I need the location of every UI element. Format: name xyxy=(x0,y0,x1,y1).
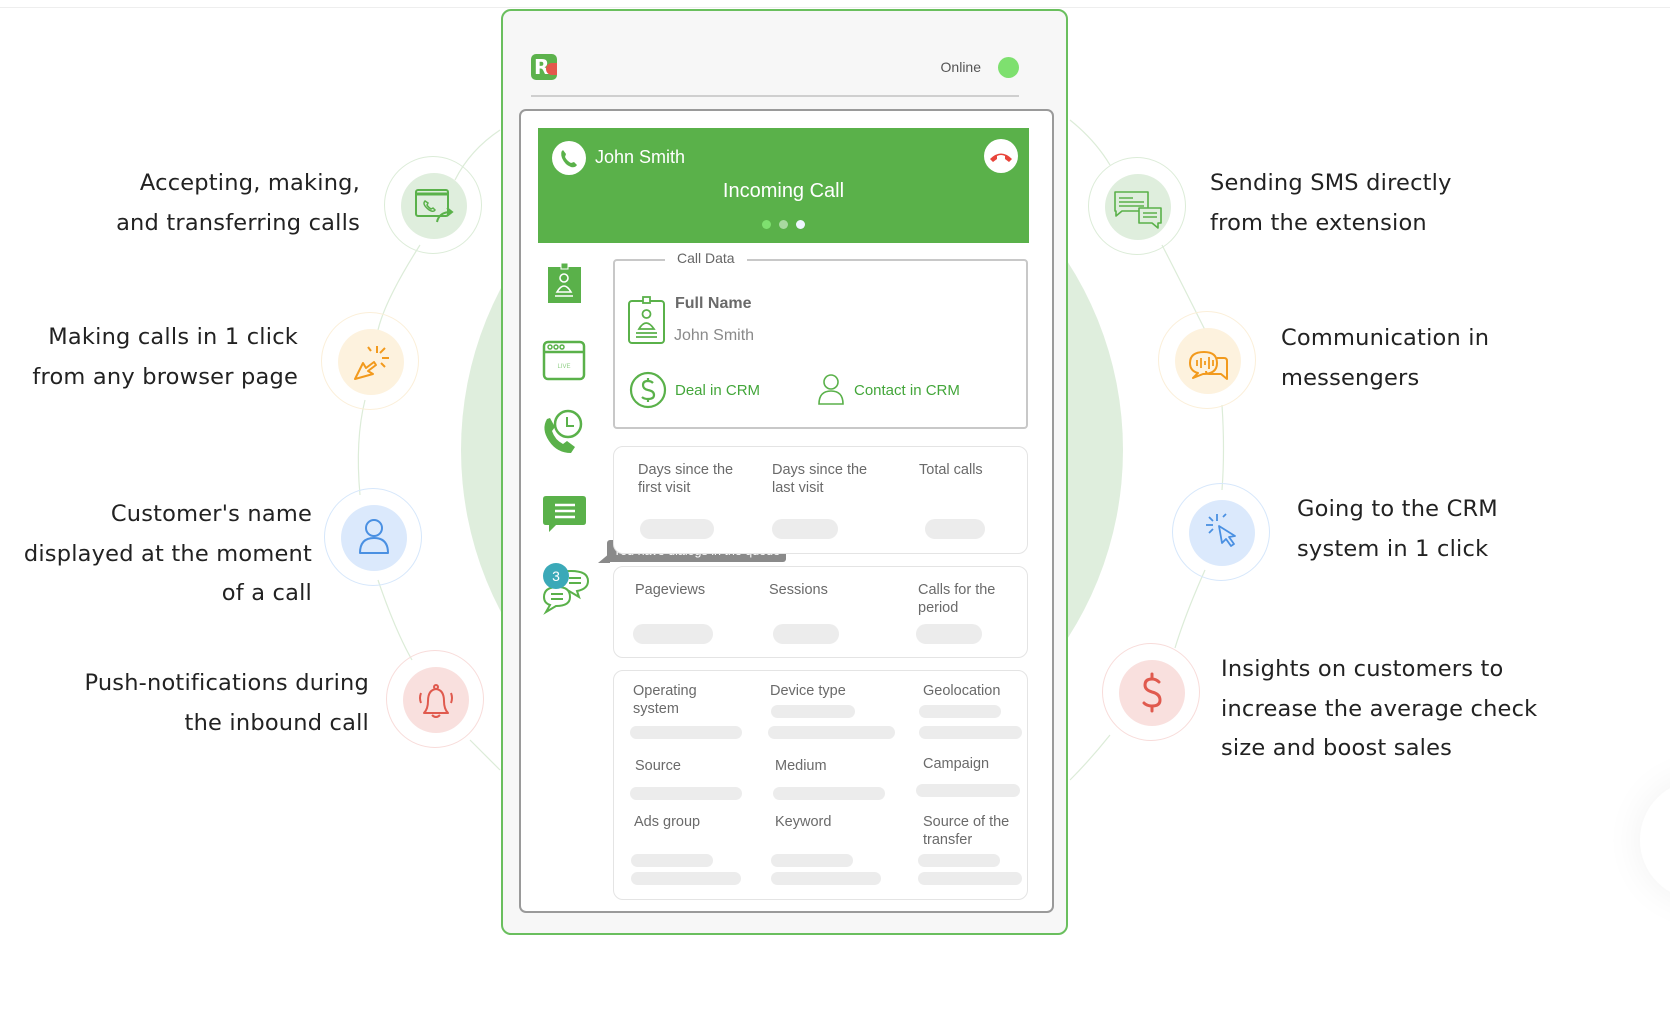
contact-in-crm-label: Contact in CRM xyxy=(854,381,960,399)
dollar-circle-icon xyxy=(629,371,667,409)
value-placeholder xyxy=(772,519,838,539)
value-placeholder xyxy=(919,726,1022,739)
value-placeholder xyxy=(771,705,855,718)
visitor-info-card: Operating system Device type Geolocation… xyxy=(613,670,1028,900)
info-geolocation: Geolocation xyxy=(923,683,1001,699)
carousel-dot[interactable] xyxy=(779,220,788,229)
deal-in-crm-label: Deal in CRM xyxy=(675,381,761,399)
value-placeholder xyxy=(919,705,1001,718)
status-label: Online xyxy=(940,59,981,75)
app-logo: R xyxy=(531,54,557,80)
stat-total-calls: Total calls xyxy=(919,462,983,478)
value-placeholder xyxy=(630,726,742,739)
user-icon xyxy=(359,519,389,554)
hang-up-icon xyxy=(990,153,1012,162)
feature-text-calls: Accepting, making, and transferring calls xyxy=(116,170,360,236)
feature-text-push-notifications: Push-notifications during the inbound cal… xyxy=(84,670,369,736)
caller-name: John Smith xyxy=(595,147,686,167)
value-placeholder xyxy=(918,872,1022,885)
bell-icon xyxy=(419,684,453,718)
value-placeholder xyxy=(631,872,741,885)
call-transfer-icon xyxy=(415,189,454,223)
feature-icon-one-click-call xyxy=(321,312,419,410)
value-placeholder xyxy=(918,854,1000,867)
click-cursor-icon xyxy=(354,346,389,380)
value-placeholder xyxy=(773,787,885,800)
value-placeholder xyxy=(631,854,713,867)
feature-icon-insights xyxy=(1102,643,1200,741)
stat-pageviews: Pageviews xyxy=(635,582,706,598)
voice-message-icon xyxy=(1189,351,1228,380)
value-placeholder xyxy=(633,624,713,644)
sms-chat-icon xyxy=(1114,191,1162,229)
value-placeholder xyxy=(768,726,895,739)
session-stats-card: Pageviews Sessions Calls for the period xyxy=(613,566,1028,658)
hang-up-button[interactable] xyxy=(984,139,1018,173)
click-cursor-icon xyxy=(1206,513,1236,547)
value-placeholder xyxy=(771,872,881,885)
incoming-call-banner: John Smith Incoming Call xyxy=(538,128,1029,243)
value-placeholder xyxy=(916,624,982,644)
value-placeholder xyxy=(916,784,1020,797)
stat-sessions: Sessions xyxy=(769,582,828,598)
stat-days-first-visit: Days since the first visit xyxy=(638,462,734,496)
feature-icon-messengers xyxy=(1158,311,1256,409)
value-placeholder xyxy=(771,854,853,867)
feature-text-insights: Insights on customers to increase the ave… xyxy=(1221,656,1538,761)
feature-text-one-click-call: Making calls in 1 click from any browser … xyxy=(32,324,298,390)
info-ads-group: Ads group xyxy=(634,814,701,830)
feature-icon-customer-name xyxy=(324,488,422,586)
feature-icon-calls xyxy=(384,156,482,254)
dollar-icon xyxy=(1142,672,1162,713)
phone-icon xyxy=(552,141,586,175)
sms-icon[interactable] xyxy=(541,493,587,537)
contact-person-icon xyxy=(818,374,844,405)
extension-header: R Online xyxy=(531,51,1019,97)
value-placeholder xyxy=(640,519,714,539)
full-name-label: Full Name xyxy=(675,295,752,312)
live-window-icon[interactable]: LIVE xyxy=(541,339,587,383)
carousel-dots xyxy=(538,220,1029,229)
feature-text-sms: Sending SMS directly from the extension xyxy=(1210,170,1452,236)
info-operating-system: Operating system xyxy=(633,683,697,717)
id-badge-icon xyxy=(627,295,667,347)
info-device-type: Device type xyxy=(770,683,846,699)
extension-window: R Online John Smith Incoming Call LIVE 3… xyxy=(501,9,1068,935)
feature-icon-crm xyxy=(1172,483,1270,581)
info-keyword: Keyword xyxy=(775,814,832,830)
info-source-transfer: Source of the transfer xyxy=(923,814,1010,848)
feature-text-crm: Going to the CRM system in 1 click xyxy=(1297,496,1498,562)
feature-text-messengers: Communication in messengers xyxy=(1281,325,1490,391)
info-campaign: Campaign xyxy=(923,756,990,772)
call-status: Incoming Call xyxy=(722,180,845,202)
contact-card-icon[interactable] xyxy=(541,261,587,305)
carousel-dot-active[interactable] xyxy=(796,220,805,229)
call-panel: John Smith Incoming Call LIVE 3 Call Dat… xyxy=(519,109,1054,913)
info-medium: Medium xyxy=(775,758,827,774)
stat-calls-period: Calls for the period xyxy=(918,582,996,616)
deal-in-crm-link[interactable]: Deal in CRM xyxy=(629,371,760,409)
full-name-value: John Smith xyxy=(674,327,755,344)
feature-icon-push-notifications xyxy=(386,650,484,748)
stat-days-last-visit: Days since the last visit xyxy=(772,462,868,496)
feature-text-customer-name: Customer's name displayed at the moment of… xyxy=(23,501,312,606)
value-placeholder xyxy=(773,624,839,644)
carousel-dot[interactable] xyxy=(762,220,771,229)
value-placeholder xyxy=(925,519,985,539)
status-toggle[interactable] xyxy=(998,57,1019,78)
info-source: Source xyxy=(635,758,681,774)
svg-text:LIVE: LIVE xyxy=(557,364,570,370)
call-data-section: Call Data Full Name John Smith Deal in C… xyxy=(613,250,1028,429)
visit-stats-card: Days since the first visit Days since th… xyxy=(613,446,1028,554)
feature-icon-sms xyxy=(1088,157,1186,255)
contact-in-crm-link[interactable]: Contact in CRM xyxy=(817,371,960,409)
call-data-legend: Call Data xyxy=(665,250,747,266)
value-placeholder xyxy=(630,787,742,800)
call-history-icon[interactable] xyxy=(541,409,587,453)
queue-count-badge: 3 xyxy=(543,563,569,589)
